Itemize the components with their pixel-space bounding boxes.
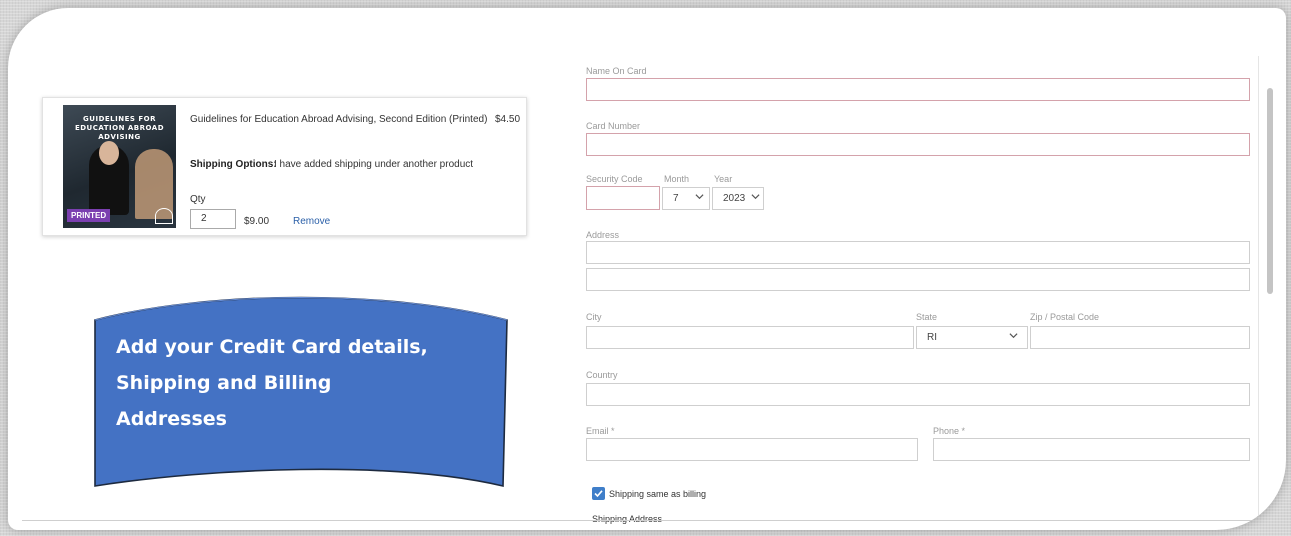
shipping-options-value: I have added shipping under another prod… bbox=[274, 159, 474, 170]
security-code-label: Security Code bbox=[586, 174, 643, 184]
year-select[interactable]: 2023 bbox=[712, 187, 764, 210]
callout-text: Add your Credit Card details, Shipping a… bbox=[116, 329, 496, 437]
address-line1-input[interactable] bbox=[586, 241, 1250, 264]
cover-title: GUIDELINES FOR EDUCATION ABROAD ADVISING bbox=[74, 115, 165, 141]
state-value: RI bbox=[927, 332, 937, 343]
month-select[interactable]: 7 bbox=[662, 187, 710, 210]
month-value: 7 bbox=[673, 193, 679, 204]
content-divider bbox=[1258, 56, 1259, 521]
email-label: Email * bbox=[586, 426, 615, 436]
chevron-down-icon bbox=[1009, 331, 1018, 339]
cart-item-card: GUIDELINES FOR EDUCATION ABROAD ADVISING… bbox=[42, 97, 527, 236]
state-label: State bbox=[916, 312, 938, 322]
checkmark-icon bbox=[594, 490, 603, 498]
security-code-input[interactable] bbox=[586, 186, 660, 210]
state-select[interactable]: RI bbox=[916, 326, 1028, 349]
line-total: $9.00 bbox=[244, 216, 270, 227]
card-number-label: Card Number bbox=[586, 121, 641, 131]
shipping-options-label: Shipping Options: bbox=[190, 159, 277, 170]
country-label: Country bbox=[586, 370, 618, 380]
callout-line-2: Shipping and Billing bbox=[116, 372, 332, 394]
printed-badge: PRINTED bbox=[67, 209, 111, 222]
callout-line-1: Add your Credit Card details, bbox=[116, 336, 428, 358]
qty-input[interactable]: 2 bbox=[190, 209, 236, 229]
checkout-page: GUIDELINES FOR EDUCATION ABROAD ADVISING… bbox=[8, 8, 1286, 530]
phone-label: Phone * bbox=[933, 426, 966, 436]
qty-label: Qty bbox=[190, 194, 206, 205]
zip-label: Zip / Postal Code bbox=[1030, 312, 1100, 322]
year-label: Year bbox=[714, 174, 733, 184]
card-number-input[interactable] bbox=[586, 133, 1250, 156]
month-label: Month bbox=[664, 174, 690, 184]
country-input[interactable] bbox=[586, 383, 1250, 406]
name-on-card-label: Name On Card bbox=[586, 66, 647, 76]
zip-input[interactable] bbox=[1030, 326, 1250, 349]
chevron-down-icon bbox=[751, 192, 760, 200]
page-bottom-border bbox=[22, 520, 1272, 521]
shipping-same-label[interactable]: Shipping same as billing bbox=[609, 489, 706, 499]
scrollbar-thumb[interactable] bbox=[1267, 88, 1273, 294]
shipping-same-checkbox[interactable] bbox=[592, 487, 605, 500]
email-input[interactable] bbox=[586, 438, 918, 461]
name-on-card-input[interactable] bbox=[586, 78, 1250, 101]
publisher-logo-icon bbox=[155, 208, 173, 224]
city-input[interactable] bbox=[586, 326, 914, 349]
product-price: $4.50 bbox=[495, 114, 521, 125]
city-label: City bbox=[586, 312, 602, 322]
cover-face bbox=[99, 141, 119, 165]
phone-input[interactable] bbox=[933, 438, 1250, 461]
remove-link[interactable]: Remove bbox=[293, 216, 330, 227]
product-cover-image[interactable]: GUIDELINES FOR EDUCATION ABROAD ADVISING… bbox=[63, 105, 176, 228]
screenshot-frame: GUIDELINES FOR EDUCATION ABROAD ADVISING… bbox=[8, 8, 1286, 530]
address-line2-input[interactable] bbox=[586, 268, 1250, 291]
shipping-address-label: Shipping Address bbox=[592, 514, 663, 524]
chevron-down-icon bbox=[695, 192, 704, 200]
address-label: Address bbox=[586, 230, 620, 240]
year-value: 2023 bbox=[723, 193, 746, 204]
callout-line-3: Addresses bbox=[116, 408, 227, 430]
product-title[interactable]: Guidelines for Education Abroad Advising… bbox=[190, 114, 487, 125]
